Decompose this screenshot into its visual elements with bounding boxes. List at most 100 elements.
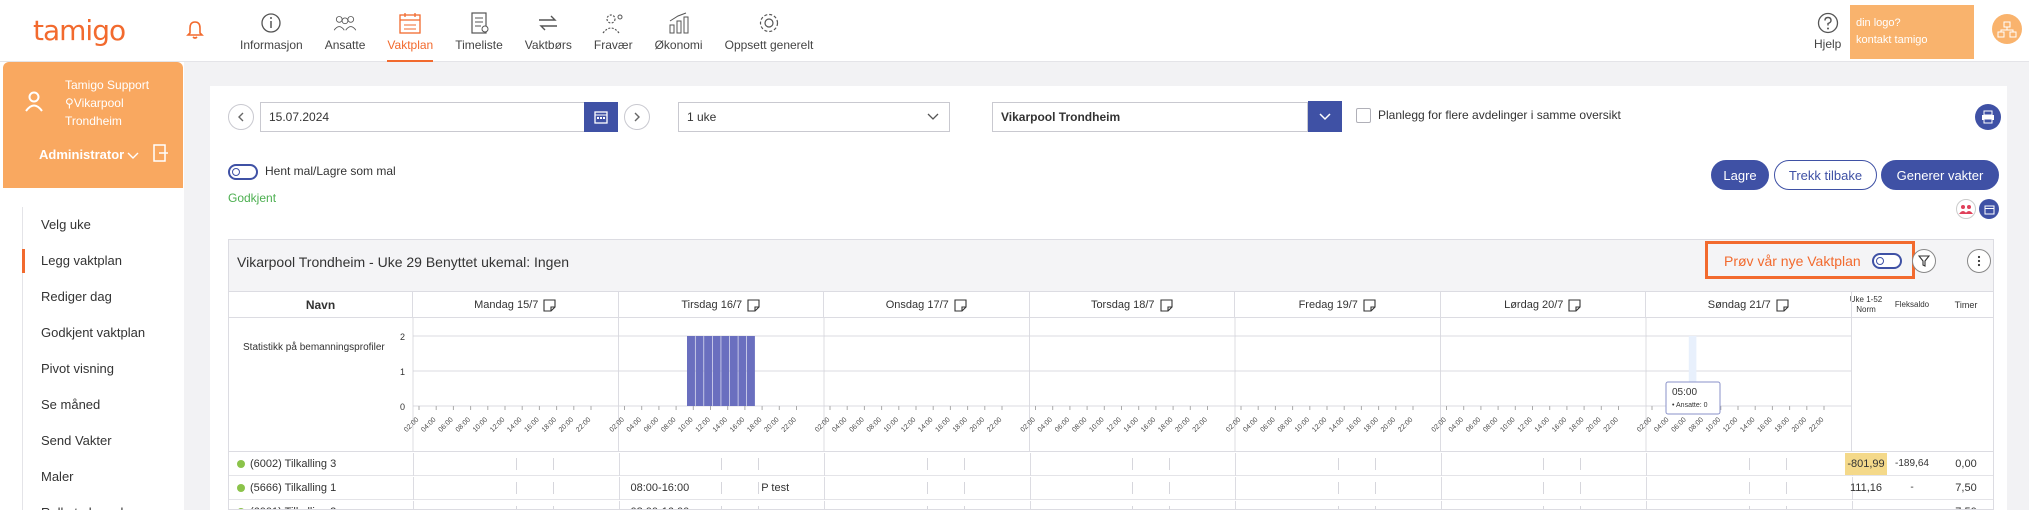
sidebar: Tamigo Support ⚲Vikarpool Trondheim Admi…: [0, 62, 184, 510]
nav-timeliste[interactable]: Timeliste: [455, 0, 503, 62]
hour-tick-label: 18:00: [1568, 416, 1585, 433]
logout-icon[interactable]: [153, 144, 169, 162]
department-dropdown-button[interactable]: [1308, 101, 1342, 132]
side-item-send-vakter[interactable]: Send Vakter: [23, 423, 182, 459]
name-column-header[interactable]: Navn: [229, 292, 413, 318]
day-column-header[interactable]: Torsdag 18/7: [1030, 292, 1235, 318]
hour-tick-label: 12:00: [1311, 416, 1328, 433]
print-button[interactable]: [1975, 104, 2001, 130]
day-header-label: Tirsdag 16/7: [681, 299, 743, 311]
note-icon[interactable]: [543, 298, 556, 312]
timer-column-header: Timer: [1937, 292, 1993, 318]
period-select[interactable]: 1 uke: [678, 102, 950, 132]
calendar-view-button[interactable]: [1979, 199, 1999, 219]
day-column-header[interactable]: Mandag 15/7: [413, 292, 619, 318]
user-line1: Tamigo Support: [65, 78, 150, 92]
nav-vaktbors[interactable]: Vaktbørs: [525, 0, 572, 62]
swap-icon: [539, 15, 558, 31]
withdraw-button[interactable]: Trekk tilbake: [1774, 160, 1877, 190]
shift-note[interactable]: P test: [761, 482, 789, 494]
table-row[interactable]: (6002) Tilkalling 3 -801,99 -189,64 0,00: [229, 453, 1993, 476]
note-icon[interactable]: [1568, 298, 1581, 312]
nav-informasjon[interactable]: Informasjon: [240, 0, 303, 62]
sub-cell-divider: [1374, 482, 1376, 494]
next-week-button[interactable]: [624, 104, 650, 130]
role-selector[interactable]: Administrator: [39, 147, 124, 162]
multi-department-checkbox[interactable]: [1356, 108, 1371, 123]
side-item-velg-uke[interactable]: Velg uke: [23, 207, 182, 243]
employee-filter-button[interactable]: [1956, 199, 1976, 219]
customer-logo-placeholder[interactable]: din logo? kontakt tamigo: [1850, 5, 1974, 59]
nav-vaktplan[interactable]: Vaktplan: [387, 0, 433, 62]
day-column-header[interactable]: Søndag 21/7: [1646, 292, 1852, 318]
nav-ansatte[interactable]: Ansatte: [325, 0, 365, 62]
hour-tick-label: 16:00: [1140, 416, 1157, 433]
hour-tick-label: 02:00: [403, 416, 420, 433]
top-bar: tamigo Informasjon Ansatte Vaktplan Time…: [0, 0, 2029, 62]
table-row[interactable]: (5666) Tilkalling 1 08:00-16:00 P test 111,…: [229, 477, 1993, 500]
employee-name[interactable]: (5666) Tilkalling 1: [250, 482, 336, 494]
sub-cell-divider: [1748, 458, 1750, 470]
norm-value: 111,16: [1849, 482, 1882, 494]
hour-tick-label: 10:00: [1294, 416, 1311, 433]
org-chart-icon[interactable]: [1992, 14, 2022, 44]
question-icon: [1817, 12, 1838, 34]
sub-cell-divider: [721, 458, 723, 470]
norm-value: -801,99: [1845, 453, 1887, 475]
note-icon[interactable]: [1776, 298, 1789, 312]
day-column-header[interactable]: Onsdag 17/7: [824, 292, 1030, 318]
side-item-rediger-dag[interactable]: Rediger dag: [23, 279, 182, 315]
note-icon[interactable]: [747, 298, 760, 312]
tooltip-time: 05:00: [1672, 387, 1697, 398]
sub-cell-divider: [1748, 482, 1750, 494]
note-icon[interactable]: [954, 298, 967, 312]
employee-name[interactable]: (6001) Tilkalling 2: [250, 506, 336, 509]
side-item-pivot-visning[interactable]: Pivot visning: [23, 351, 182, 387]
bell-icon[interactable]: [186, 20, 204, 40]
nav-oppsett[interactable]: Oppsett generelt: [725, 0, 813, 62]
try-new-schedule-box[interactable]: Prøv vår nye Vaktplan: [1705, 241, 1915, 279]
tamigo-logo[interactable]: tamigo: [33, 14, 126, 47]
sub-cell-divider: [1785, 506, 1787, 509]
employee-name[interactable]: (6002) Tilkalling 3: [250, 458, 336, 470]
prev-week-button[interactable]: [228, 104, 254, 130]
shift-time[interactable]: 08:00-16:00: [631, 506, 690, 509]
norm-value: [1845, 501, 1887, 509]
department-select[interactable]: Vikarpool Trondheim: [992, 102, 1308, 132]
more-options-button[interactable]: [1967, 249, 1991, 273]
calendar-picker-button[interactable]: [584, 102, 618, 132]
hour-tick-label: 08:00: [660, 416, 677, 433]
day-column-header[interactable]: Lørdag 20/7: [1441, 292, 1646, 318]
help-button[interactable]: Hjelp: [1814, 12, 1841, 51]
side-item-maler[interactable]: Maler: [23, 459, 182, 495]
hour-tick-label: 14:00: [1123, 416, 1140, 433]
calendar-icon: [594, 111, 608, 124]
side-item-se-maned[interactable]: Se måned: [23, 387, 182, 423]
date-input[interactable]: 15.07.2024: [260, 102, 584, 132]
hour-tick-label: 22:00: [1397, 416, 1414, 433]
side-item-legg-vaktplan[interactable]: Legg vaktplan: [22, 243, 182, 279]
side-item-rull-ut-ukemaler[interactable]: Rull ut ukemaler: [23, 495, 182, 510]
table-row[interactable]: (6001) Tilkalling 2 08:00-16:00 7,50: [229, 501, 1993, 509]
filter-button[interactable]: [1912, 249, 1936, 273]
hour-tick-label: 08:00: [1071, 416, 1088, 433]
status-dot: [237, 484, 245, 492]
staffing-stats-area: Statistikk på bemanningsprofiler 2 1 0 02:0…: [229, 318, 1993, 452]
chevron-down-icon[interactable]: [127, 150, 139, 160]
template-toggle[interactable]: [228, 164, 258, 180]
side-item-godkjent-vaktplan[interactable]: Godkjent vaktplan: [23, 315, 182, 351]
note-icon[interactable]: [1363, 298, 1376, 312]
day-column-header[interactable]: Fredag 19/7: [1235, 292, 1441, 318]
shift-time[interactable]: 08:00-16:00: [631, 482, 690, 494]
logo-box-line1: din logo?: [1856, 17, 1901, 29]
new-schedule-toggle[interactable]: [1872, 253, 1902, 269]
day-header-label: Mandag 15/7: [474, 299, 539, 311]
nav-label: Timeliste: [455, 38, 503, 52]
generate-shifts-button[interactable]: Generer vakter: [1881, 160, 1999, 190]
save-button[interactable]: Lagre: [1711, 160, 1769, 190]
day-column-header[interactable]: Tirsdag 16/7: [619, 292, 824, 318]
note-icon[interactable]: [1159, 298, 1173, 312]
y-tick-label: 1: [400, 367, 405, 377]
nav-fravaer[interactable]: Fravær: [594, 0, 633, 62]
nav-okonomi[interactable]: Økonomi: [655, 0, 703, 62]
